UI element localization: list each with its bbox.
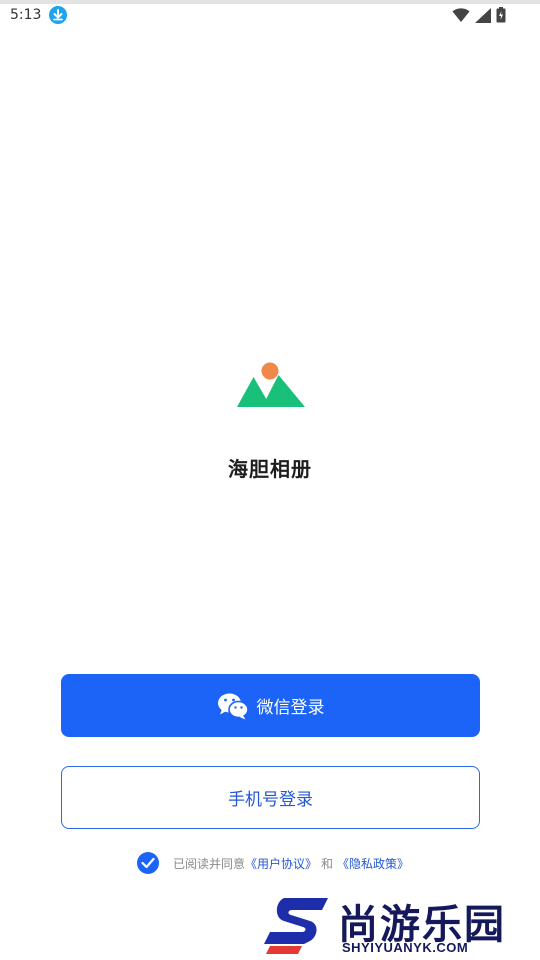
user-agreement-link[interactable]: 《用户协议》: [245, 855, 317, 872]
phone-login-label: 手机号登录: [228, 790, 313, 810]
status-bar: 5:13: [0, 4, 540, 26]
agreement-conjunction: 和: [321, 856, 334, 871]
agreement-checkbox[interactable]: [137, 852, 159, 874]
privacy-policy-link[interactable]: 《隐私政策》: [337, 855, 409, 872]
mountain-sun-logo: [235, 360, 307, 410]
wifi-icon: [452, 7, 470, 27]
signal-icon: [475, 7, 491, 27]
battery-icon: [496, 7, 506, 27]
watermark-en-text: SHYIYUANYK.COM: [342, 940, 469, 955]
agreement-prefix: 已阅读并同意: [173, 856, 246, 871]
status-time: 5:13: [10, 7, 42, 23]
download-icon: [49, 6, 67, 24]
app-title: 海胆相册: [228, 457, 312, 481]
wechat-login-button[interactable]: 微信登录: [61, 674, 480, 737]
agreement-row: 已阅读并同意 《用户协议》 和 《隐私政策》: [137, 851, 409, 875]
phone-login-button[interactable]: 手机号登录: [61, 766, 480, 829]
site-watermark: 尚游乐园 SHYIYUANYK.COM: [262, 888, 540, 960]
wechat-login-label: 微信登录: [256, 698, 325, 718]
wechat-icon: [217, 692, 249, 720]
